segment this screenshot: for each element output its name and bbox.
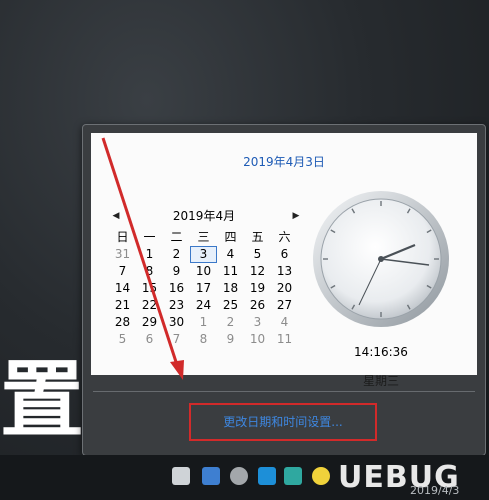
calendar-day[interactable]: 11 <box>271 331 298 348</box>
calendar-day[interactable]: 26 <box>244 297 271 314</box>
calendar-grid: 日一二三四五六 31 1 2 3 4 5 6 7 8 9 10 11 12 13 14 15 16 17 18 19 20… <box>109 229 313 348</box>
month-label[interactable]: 2019年4月 <box>149 207 259 225</box>
weekday-header: 五 <box>251 230 264 244</box>
calendar-day[interactable]: 7 <box>109 263 136 280</box>
next-month-icon[interactable]: ▶ <box>289 207 303 225</box>
calendar-clock-panel: 2019年4月3日 ◀ 2019年4月 ▶ 日一二三四五六 31 1 2 3 4 5 6 7 8 9… <box>91 133 477 388</box>
weekday-header: 四 <box>224 230 237 244</box>
weekday-header: 日 <box>116 230 129 244</box>
change-date-time-settings-link[interactable]: 更改日期和时间设置... <box>189 403 377 441</box>
taskbar-date: 2019/4/3 <box>410 484 460 497</box>
calendar-day[interactable]: 16 <box>163 280 190 297</box>
calendar-day[interactable]: 4 <box>271 314 298 331</box>
calendar-day[interactable]: 8 <box>136 263 163 280</box>
calendar-day[interactable]: 17 <box>190 280 217 297</box>
calendar-day[interactable]: 24 <box>190 297 217 314</box>
calendar-day[interactable]: 22 <box>136 297 163 314</box>
calendar-day[interactable]: 19 <box>244 280 271 297</box>
clock-center <box>378 256 384 262</box>
calendar-day[interactable]: 21 <box>109 297 136 314</box>
calendar-day[interactable]: 4 <box>217 246 244 263</box>
calendar-day[interactable]: 5 <box>109 331 136 348</box>
message-app-icon[interactable] <box>258 467 276 485</box>
calendar-day[interactable]: 30 <box>163 314 190 331</box>
keyboard-icon[interactable] <box>172 467 190 485</box>
flyout-divider <box>93 391 475 392</box>
calendar-day[interactable]: 1 <box>136 246 163 263</box>
calendar-day[interactable]: 28 <box>109 314 136 331</box>
calendar-day[interactable]: 23 <box>163 297 190 314</box>
calendar-day[interactable]: 9 <box>217 331 244 348</box>
calendar-day[interactable]: 6 <box>271 246 298 263</box>
calendar-day[interactable]: 29 <box>136 314 163 331</box>
network-icon[interactable] <box>230 467 248 485</box>
calendar-day[interactable]: 11 <box>217 263 244 280</box>
weekday-header: 二 <box>170 230 183 244</box>
digital-time: 14:16:36 <box>354 345 408 359</box>
calendar-day[interactable]: 15 <box>136 280 163 297</box>
calendar-day[interactable]: 8 <box>190 331 217 348</box>
calendar-day[interactable]: 18 <box>217 280 244 297</box>
calendar-day[interactable]: 5 <box>244 246 271 263</box>
calendar-day[interactable]: 10 <box>244 331 271 348</box>
date-time-flyout: 2019年4月3日 ◀ 2019年4月 ▶ 日一二三四五六 31 1 2 3 4 5 6 7 8 9… <box>82 124 486 456</box>
media-play-icon[interactable] <box>284 467 302 485</box>
calendar-day[interactable]: 31 <box>109 246 136 263</box>
calendar-day[interactable]: 7 <box>163 331 190 348</box>
calendar-day[interactable]: 27 <box>271 297 298 314</box>
calendar-day[interactable]: 25 <box>217 297 244 314</box>
calendar-day[interactable]: 1 <box>190 314 217 331</box>
previous-month-icon[interactable]: ◀ <box>109 207 123 225</box>
calendar-day[interactable]: 9 <box>163 263 190 280</box>
full-date-link[interactable]: 2019年4月3日 <box>91 153 477 170</box>
weekday-header: 一 <box>143 230 156 244</box>
calendar-day[interactable]: 20 <box>271 280 298 297</box>
background-character: 置 <box>0 350 85 449</box>
calendar-day[interactable]: 12 <box>244 263 271 280</box>
calendar-day[interactable]: 3 <box>244 314 271 331</box>
month-navigation: ◀ 2019年4月 ▶ <box>109 207 300 225</box>
weekday-header: 三 <box>197 230 210 244</box>
calendar-day[interactable]: 6 <box>136 331 163 348</box>
calendar-day[interactable]: 10 <box>190 263 217 280</box>
cube-app-icon[interactable] <box>202 467 220 485</box>
weekday-label: 星期三 <box>362 374 399 388</box>
calendar-day[interactable]: 13 <box>271 263 298 280</box>
calendar-day-today[interactable]: 3 <box>190 246 217 263</box>
calendar-day[interactable]: 2 <box>217 314 244 331</box>
plus-app-icon[interactable] <box>312 467 330 485</box>
weekday-header: 六 <box>278 230 291 244</box>
calendar-day[interactable]: 14 <box>109 280 136 297</box>
analog-clock <box>313 191 449 327</box>
calendar-day[interactable]: 2 <box>163 246 190 263</box>
